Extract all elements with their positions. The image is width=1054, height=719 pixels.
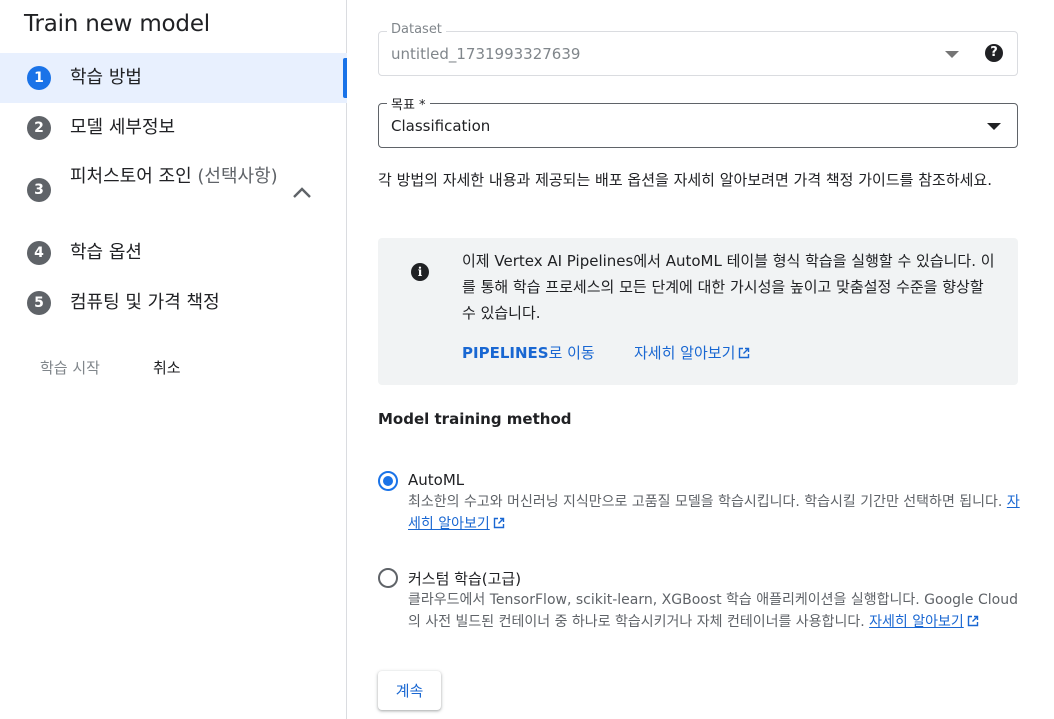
panel-title: Train new model — [24, 11, 210, 37]
step-number: 3 — [27, 178, 51, 202]
step-number: 5 — [27, 291, 51, 315]
help-icon[interactable]: ? — [985, 44, 1003, 62]
continue-button[interactable]: 계속 — [378, 671, 441, 710]
step-training-method[interactable]: 1 학습 방법 — [0, 53, 347, 103]
goal-select[interactable]: 목표 * Classification — [378, 94, 1018, 148]
pipelines-info-banner: i 이제 Vertex AI Pipelines에서 AutoML 테이블 형식… — [378, 238, 1018, 385]
section-title: Model training method — [378, 410, 572, 428]
goal-value: Classification — [391, 117, 491, 135]
step-label: 컴퓨팅 및 가격 책정 — [70, 292, 220, 313]
info-banner-text: 이제 Vertex AI Pipelines에서 AutoML 테이블 형식 학… — [462, 252, 995, 322]
automl-option-description: 최소한의 수고와 머신러닝 지식만으로 고품질 모델을 학습시킵니다. 학습시킬… — [408, 494, 1020, 532]
dataset-select[interactable]: Dataset untitled_1731993327639 ? — [378, 22, 1018, 76]
step-training-options[interactable]: 4 학습 옵션 — [0, 228, 347, 278]
step-label: 모델 세부정보 — [70, 117, 176, 138]
step-label: 피처스토어 조인 (선택사항) — [70, 166, 278, 187]
step-number: 4 — [27, 241, 51, 265]
go-to-pipelines-link[interactable]: PIPELINES로 이동 — [462, 342, 595, 363]
pricing-guide-description: 각 방법의 자세한 내용과 제공되는 배포 옵션을 자세히 알아보려면 가격 책… — [378, 171, 992, 189]
dropdown-arrow-icon — [987, 123, 1001, 130]
step-number: 2 — [27, 116, 51, 140]
learn-more-link[interactable]: 자세히 알아보기 — [634, 342, 750, 363]
stepper-panel: Train new model 1 학습 방법 2 모델 세부정보 3 피처스토… — [0, 0, 347, 719]
dropdown-arrow-icon — [945, 51, 959, 58]
automl-radio[interactable] — [378, 471, 398, 491]
custom-training-option-title: 커스텀 학습(고급) — [408, 570, 522, 588]
external-link-icon — [493, 517, 504, 529]
cancel-button[interactable]: 취소 — [153, 357, 181, 378]
step-compute-pricing[interactable]: 5 컴퓨팅 및 가격 책정 — [0, 278, 347, 328]
step-label: 학습 방법 — [70, 67, 142, 88]
dataset-value: untitled_1731993327639 — [391, 45, 581, 63]
custom-training-option-description: 클라우드에서 TensorFlow, scikit-learn, XGBoost… — [408, 592, 1018, 630]
active-step-indicator — [343, 58, 347, 98]
goal-label: 목표 * — [387, 94, 430, 113]
automl-option-title: AutoML — [408, 471, 465, 489]
step-model-details[interactable]: 2 모델 세부정보 — [0, 103, 347, 153]
start-training-button[interactable]: 학습 시작 — [40, 357, 100, 378]
external-link-icon — [967, 615, 978, 627]
info-icon: i — [411, 263, 429, 281]
dataset-label: Dataset — [387, 22, 446, 37]
external-link-icon — [739, 347, 750, 359]
step-number: 1 — [27, 66, 51, 90]
step-optional-label: (선택사항) — [197, 166, 278, 187]
chevron-up-icon[interactable] — [290, 182, 314, 202]
custom-training-learn-more-link[interactable]: 자세히 알아보기 — [869, 614, 979, 630]
step-label: 학습 옵션 — [70, 242, 142, 263]
custom-training-radio[interactable] — [378, 568, 398, 588]
